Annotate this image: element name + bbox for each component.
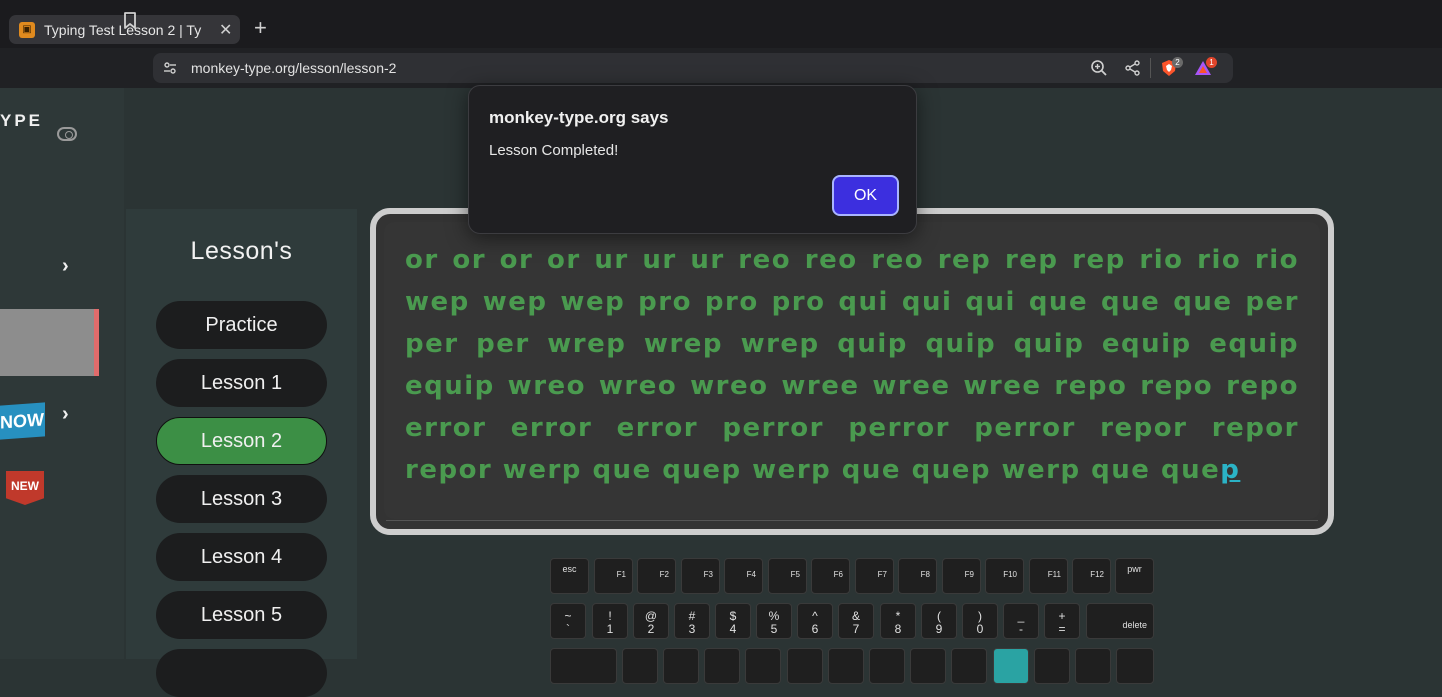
- zoom-icon[interactable]: [1090, 59, 1108, 77]
- chevron-right-icon[interactable]: ›: [62, 403, 69, 426]
- virtual-keyboard: esc F1 F2 F3 F4 F5 F6 F7 F8 F9 F10 F11 F…: [549, 558, 1159, 684]
- key-f11[interactable]: F11: [1029, 558, 1068, 594]
- key-3[interactable]: #3: [674, 603, 710, 639]
- key-backtick[interactable]: ~ `: [550, 603, 586, 639]
- tab-close-icon[interactable]: ✕: [219, 20, 232, 40]
- browser-tab-bar: ▣ Typing Test Lesson 2 | Ty ✕ +: [0, 0, 1442, 48]
- ok-button[interactable]: OK: [832, 175, 899, 216]
- new-tab-button[interactable]: +: [254, 16, 267, 40]
- key-tab[interactable]: [550, 648, 617, 684]
- lesson-button-4[interactable]: Lesson 4: [156, 533, 327, 581]
- sidebar: YPE › NOW › NEW: [0, 88, 124, 659]
- key-f12[interactable]: F12: [1072, 558, 1111, 594]
- site-favicon-icon: ▣: [19, 21, 35, 38]
- dialog-title: monkey-type.org says: [489, 108, 669, 127]
- key-u[interactable]: [869, 648, 905, 684]
- key-power[interactable]: pwr: [1115, 558, 1154, 594]
- key-f3[interactable]: F3: [681, 558, 720, 594]
- typing-input-line: [386, 520, 1318, 521]
- chevron-right-icon[interactable]: ›: [62, 255, 69, 278]
- key-f8[interactable]: F8: [898, 558, 937, 594]
- lesson-button-2[interactable]: Lesson 2: [156, 417, 327, 465]
- key-f10[interactable]: F10: [985, 558, 1024, 594]
- rewards-count-badge: 1: [1206, 57, 1217, 68]
- sidebar-active-item[interactable]: [0, 309, 99, 376]
- new-badge: NEW: [6, 471, 44, 505]
- key-o[interactable]: [951, 648, 987, 684]
- current-char: p: [1220, 455, 1241, 485]
- brand-logo[interactable]: YPE: [0, 111, 43, 131]
- key-bracket-right[interactable]: [1075, 648, 1111, 684]
- key-equals[interactable]: + =: [1044, 603, 1080, 639]
- lesson-button-1[interactable]: Lesson 1: [156, 359, 327, 407]
- key-2[interactable]: @2: [633, 603, 669, 639]
- key-f9[interactable]: F9: [942, 558, 981, 594]
- key-f4[interactable]: F4: [724, 558, 763, 594]
- key-1[interactable]: ! 1: [592, 603, 628, 639]
- lesson-button-3[interactable]: Lesson 3: [156, 475, 327, 523]
- lesson-heading: Lesson's: [190, 237, 293, 265]
- lesson-button-practice[interactable]: Practice: [156, 301, 327, 349]
- key-8[interactable]: * 8: [880, 603, 916, 639]
- key-f2[interactable]: F2: [637, 558, 676, 594]
- key-9[interactable]: (9: [921, 603, 957, 639]
- key-5[interactable]: % 5: [756, 603, 792, 639]
- typed-text: or or or or ur ur ur reo reo reo rep rep…: [405, 245, 1299, 485]
- key-q[interactable]: [622, 648, 658, 684]
- key-t[interactable]: [787, 648, 823, 684]
- key-w[interactable]: [663, 648, 699, 684]
- key-esc[interactable]: esc: [550, 558, 589, 594]
- share-icon[interactable]: [1124, 59, 1142, 77]
- key-f5[interactable]: F5: [768, 558, 807, 594]
- typing-area[interactable]: or or or or ur ur ur reo reo reo rep rep…: [370, 208, 1334, 535]
- site-settings-icon[interactable]: [162, 60, 178, 76]
- key-minus[interactable]: _ -: [1003, 603, 1039, 639]
- bookmark-icon[interactable]: [120, 10, 140, 30]
- key-4[interactable]: $4: [715, 603, 751, 639]
- toolbar-divider: [1150, 58, 1151, 78]
- shield-count-badge: 2: [1172, 57, 1183, 68]
- now-banner[interactable]: NOW: [0, 402, 45, 440]
- key-f7[interactable]: F7: [855, 558, 894, 594]
- dialog-message: Lesson Completed!: [489, 142, 619, 159]
- lesson-button-more[interactable]: [156, 649, 327, 697]
- key-bracket-left[interactable]: [1034, 648, 1070, 684]
- alert-dialog: monkey-type.org says Lesson Completed! O…: [468, 85, 917, 234]
- key-y[interactable]: [828, 648, 864, 684]
- key-7[interactable]: & 7: [838, 603, 874, 639]
- lesson-panel: Lesson's Practice Lesson 1 Lesson 2 Less…: [126, 209, 357, 697]
- key-f1[interactable]: F1: [594, 558, 633, 594]
- key-r[interactable]: [745, 648, 781, 684]
- key-backslash[interactable]: [1116, 648, 1154, 684]
- key-0[interactable]: ) 0: [962, 603, 998, 639]
- theme-toggle-icon[interactable]: [57, 127, 77, 141]
- url-text[interactable]: monkey-type.org/lesson/lesson-2: [191, 60, 396, 76]
- key-delete[interactable]: delete: [1086, 603, 1154, 639]
- key-p-highlighted[interactable]: [993, 648, 1029, 684]
- typing-text: or or or or ur ur ur reo reo reo rep rep…: [405, 239, 1299, 491]
- key-i[interactable]: [910, 648, 946, 684]
- key-6[interactable]: ^ 6: [797, 603, 833, 639]
- lesson-button-5[interactable]: Lesson 5: [156, 591, 327, 639]
- key-f6[interactable]: F6: [811, 558, 850, 594]
- key-e[interactable]: [704, 648, 740, 684]
